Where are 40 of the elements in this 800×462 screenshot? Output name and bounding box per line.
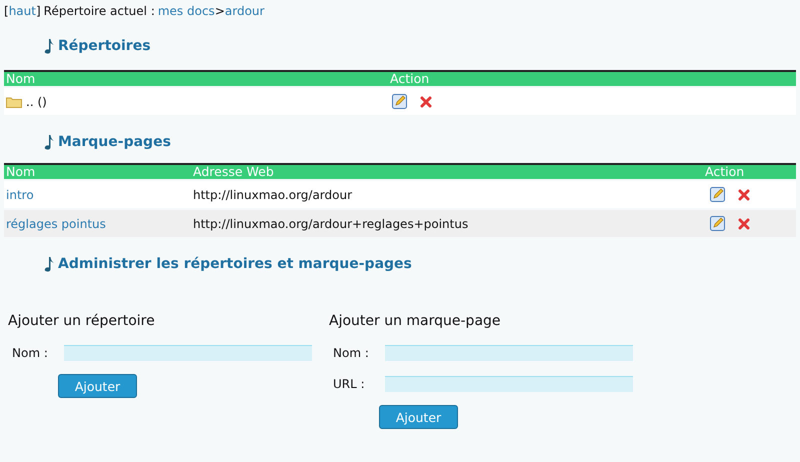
add-button[interactable]: Ajouter: [58, 374, 137, 398]
section-heading: Marque-pages: [58, 134, 171, 150]
bookmark-link[interactable]: réglages pointus: [6, 216, 106, 230]
path-link[interactable]: ardour: [224, 4, 264, 18]
folder-icon: [6, 96, 22, 108]
music-note-icon: [44, 134, 54, 150]
field-label: Nom :: [332, 346, 370, 360]
form-title: Ajouter un répertoire: [8, 313, 156, 329]
path-label: Répertoire actuel :: [44, 4, 155, 18]
field-label: URL :: [332, 377, 366, 391]
column-header: Adresse Web: [193, 165, 275, 179]
bracket: [: [4, 4, 9, 18]
field-label: Nom :: [11, 346, 49, 360]
path-link[interactable]: mes docs: [158, 4, 215, 18]
delete-icon[interactable]: [738, 218, 750, 230]
column-header: Nom: [6, 165, 36, 179]
bookmark-url: http://linuxmao.org/ardour: [193, 188, 352, 202]
input-field[interactable]: [385, 345, 633, 361]
music-note-icon: [44, 256, 54, 272]
section-heading: Répertoires: [58, 38, 151, 54]
input-field[interactable]: [64, 345, 312, 361]
column-header: Action: [390, 72, 430, 86]
column-header: Action: [705, 165, 746, 179]
edit-icon[interactable]: [710, 187, 725, 202]
delete-icon[interactable]: [420, 96, 432, 108]
edit-icon[interactable]: [710, 216, 725, 231]
input-field[interactable]: [385, 376, 633, 392]
music-note-icon: [44, 38, 54, 54]
top-link[interactable]: haut: [8, 4, 36, 18]
column-header: Nom: [6, 72, 36, 86]
bookmark-link[interactable]: intro: [6, 188, 34, 202]
folder-name[interactable]: .. (): [26, 94, 47, 108]
bookmark-url: http://linuxmao.org/ardour+reglages+pointus: [193, 216, 468, 230]
delete-icon[interactable]: [738, 188, 750, 200]
add-button[interactable]: Ajouter: [379, 405, 458, 429]
form-title: Ajouter un marque-page: [329, 313, 502, 329]
bracket: ]: [36, 4, 41, 18]
section-heading: Administrer les répertoires et marque-pages: [58, 256, 412, 272]
edit-icon[interactable]: [392, 94, 407, 109]
path-separator: >: [214, 4, 225, 18]
